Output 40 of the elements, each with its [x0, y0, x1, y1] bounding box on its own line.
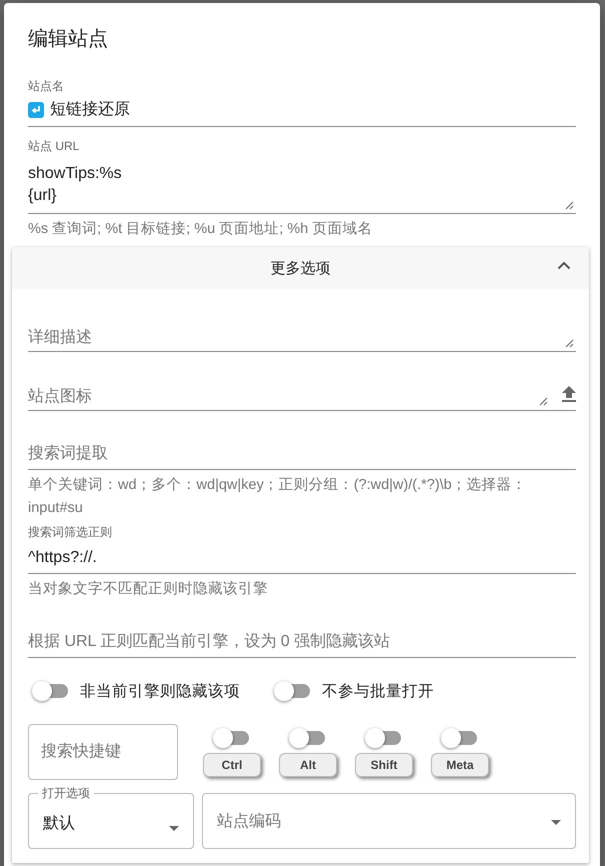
- toggle-switch[interactable]: [274, 680, 312, 702]
- panel-header[interactable]: 更多选项: [12, 247, 589, 289]
- dropdown-caret-icon: [169, 826, 179, 831]
- modifier-key-button[interactable]: Meta: [431, 753, 489, 777]
- helper-text: %s 查询词; %t 目标链接; %u 页面地址; %h 页面域名: [28, 220, 374, 239]
- icon-field[interactable]: 站点图标: [28, 382, 550, 410]
- field-label: 打开选项: [41, 785, 91, 802]
- regex-field[interactable]: ^https?://.: [28, 541, 576, 574]
- switch-label: 不参与批量打开: [322, 682, 434, 702]
- toggle-switch[interactable]: [289, 727, 327, 749]
- shortcut-field[interactable]: 搜索快捷键: [28, 724, 178, 780]
- dialog-title: 编辑站点: [28, 27, 109, 52]
- select-value: 默认: [43, 814, 75, 834]
- resize-handle-icon[interactable]: [565, 339, 574, 348]
- field-label: 站点 URL: [28, 138, 80, 155]
- resize-handle-icon[interactable]: [539, 397, 548, 406]
- modifier-key-button[interactable]: Alt: [279, 753, 337, 777]
- open-option-select[interactable]: 打开选项 默认: [28, 785, 194, 849]
- match-rule-field[interactable]: 根据 URL 正则匹配当前引擎，设为 0 强制隐藏该站: [28, 629, 576, 658]
- url-field[interactable]: showTips:%s {url}: [28, 155, 576, 214]
- helper-text: 当对象文字不匹配正则时隐藏该引擎: [28, 580, 269, 599]
- modifier-key-button[interactable]: Shift: [355, 753, 413, 777]
- encoding-select[interactable]: 站点编码: [202, 793, 576, 849]
- toggle-switch[interactable]: [441, 727, 479, 749]
- upload-icon[interactable]: [562, 385, 576, 402]
- helper-text: 单个关键词：wd；多个：wd|qw|key；正则分组：(?:wd|w)/(.*?)\b；选择器：input#su: [28, 476, 528, 518]
- switch-label: 非当前引擎则隐藏该项: [80, 682, 240, 702]
- field-label: 搜索词筛选正则: [28, 524, 113, 541]
- field-label: 站点名: [28, 78, 65, 95]
- toggle-switch[interactable]: [32, 680, 70, 702]
- toggle-switch[interactable]: [213, 727, 251, 749]
- select-placeholder: 站点编码: [217, 812, 281, 832]
- keyword-field[interactable]: 搜索词提取: [28, 441, 576, 470]
- description-field[interactable]: 详细描述: [28, 323, 576, 352]
- modifier-key-button[interactable]: Ctrl: [203, 753, 261, 777]
- panel-title: 更多选项: [270, 258, 330, 278]
- toggle-switch[interactable]: [365, 727, 403, 749]
- resize-handle-icon[interactable]: [565, 201, 574, 210]
- site-name-field[interactable]: 短链接还原: [28, 95, 576, 127]
- dropdown-caret-icon: [551, 820, 561, 825]
